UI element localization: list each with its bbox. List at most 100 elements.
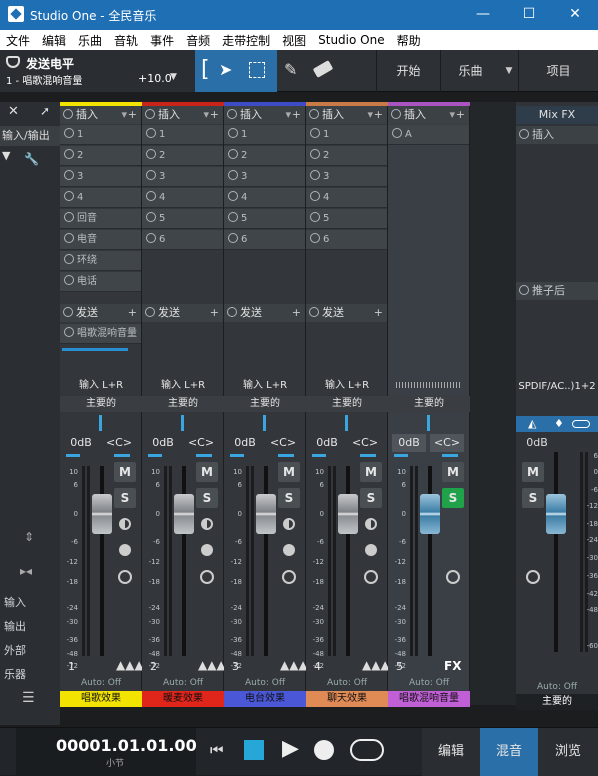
insert-slot[interactable]: 4: [224, 188, 305, 208]
channel-fader[interactable]: [338, 494, 358, 534]
power-icon[interactable]: [228, 128, 238, 138]
range-tool-icon[interactable]: [249, 62, 265, 78]
tab-edit[interactable]: 编辑: [422, 728, 480, 776]
chevron-down-icon[interactable]: ▾: [449, 106, 455, 124]
input-select[interactable]: 输入 L+R: [142, 378, 224, 394]
send-header[interactable]: 发送 +: [60, 304, 141, 322]
play-icon[interactable]: ▶: [282, 736, 299, 761]
add-icon[interactable]: +: [374, 304, 383, 322]
menu-track[interactable]: 音轨: [108, 32, 144, 49]
power-icon[interactable]: [64, 233, 74, 243]
record-arm-icon[interactable]: [119, 544, 131, 556]
power-icon[interactable]: [228, 149, 238, 159]
insert-header[interactable]: 插入 ▾ +: [224, 106, 305, 124]
insert-slot[interactable]: 3: [306, 167, 387, 187]
insert-slot[interactable]: 6: [306, 230, 387, 250]
power-icon[interactable]: [145, 109, 155, 119]
metronome-icon[interactable]: ◭: [528, 417, 536, 430]
insert-slot[interactable]: 3: [142, 167, 223, 187]
insert-slot[interactable]: 回音: [60, 209, 141, 229]
power-icon[interactable]: [310, 212, 320, 222]
main-insert-header[interactable]: 插入: [516, 126, 598, 144]
project-button[interactable]: 项目: [518, 50, 598, 92]
insert-slot[interactable]: 3: [224, 167, 305, 187]
power-icon[interactable]: [228, 170, 238, 180]
insert-header[interactable]: 插入 ▾ +: [388, 106, 469, 124]
side-input[interactable]: 输入: [4, 594, 58, 610]
send-slot[interactable]: 唱歌混响音量: [60, 324, 141, 344]
time-readout[interactable]: 00001.01.01.00: [56, 736, 197, 755]
solo-button[interactable]: S: [442, 488, 464, 508]
power-icon[interactable]: [63, 109, 73, 119]
insert-slot[interactable]: 电话: [60, 272, 141, 292]
power-icon[interactable]: [519, 285, 529, 295]
song-dropdown-chevron-icon[interactable]: ▼: [500, 50, 518, 92]
automation-state[interactable]: Auto: Off: [142, 678, 224, 690]
add-icon[interactable]: +: [128, 106, 137, 124]
insert-header[interactable]: 插入 ▾ +: [60, 106, 141, 124]
main-solo-button[interactable]: S: [522, 488, 544, 508]
clock-icon[interactable]: [364, 570, 378, 584]
power-icon[interactable]: [145, 307, 155, 317]
add-icon[interactable]: +: [456, 106, 465, 124]
add-icon[interactable]: +: [128, 304, 137, 322]
send-level-value[interactable]: +10.0: [138, 72, 172, 85]
power-icon[interactable]: [228, 212, 238, 222]
power-icon[interactable]: [228, 233, 238, 243]
chevron-down-icon[interactable]: ▾: [285, 106, 291, 124]
insert-slot[interactable]: 5: [142, 209, 223, 229]
power-icon[interactable]: [146, 212, 156, 222]
insert-slot[interactable]: 4: [142, 188, 223, 208]
mute-button[interactable]: M: [114, 462, 136, 482]
expand-horizontal-icon[interactable]: ▸◂: [20, 564, 32, 578]
insert-slot[interactable]: A: [388, 125, 469, 145]
automation-state[interactable]: Auto: Off: [388, 678, 470, 690]
main-output-select[interactable]: SPDIF/AC..)1+2: [516, 378, 598, 396]
power-icon[interactable]: [64, 170, 74, 180]
main-volume-readout[interactable]: 0dB: [520, 434, 554, 452]
mute-button[interactable]: M: [196, 462, 218, 482]
power-icon[interactable]: [310, 233, 320, 243]
power-icon[interactable]: [146, 233, 156, 243]
solo-button[interactable]: S: [278, 488, 300, 508]
clock-icon[interactable]: [200, 570, 214, 584]
pan-readout[interactable]: <C>: [348, 434, 382, 452]
output-select[interactable]: 主要的: [388, 396, 470, 412]
collapse-vertical-icon[interactable]: ⇕: [24, 530, 34, 544]
maximize-button[interactable]: ☐: [506, 0, 552, 30]
output-select[interactable]: 主要的: [60, 396, 142, 412]
mute-button[interactable]: M: [360, 462, 382, 482]
add-icon[interactable]: +: [210, 304, 219, 322]
output-select[interactable]: 主要的: [224, 396, 306, 412]
main-fader[interactable]: [546, 494, 566, 534]
power-icon[interactable]: [64, 275, 74, 285]
solo-button[interactable]: S: [196, 488, 218, 508]
insert-slot[interactable]: 2: [306, 146, 387, 166]
side-external[interactable]: 外部: [4, 642, 58, 658]
volume-readout[interactable]: 0dB: [146, 434, 180, 452]
menu-view[interactable]: 视图: [276, 32, 312, 49]
menu-help[interactable]: 帮助: [391, 32, 427, 49]
power-icon[interactable]: [64, 327, 74, 337]
menu-edit[interactable]: 编辑: [36, 32, 72, 49]
io-dropdown[interactable]: 输入/输出 ▼: [0, 126, 60, 162]
pan-readout[interactable]: <C>: [184, 434, 218, 452]
channel-fader[interactable]: [174, 494, 194, 534]
channel-fader[interactable]: [256, 494, 276, 534]
side-output[interactable]: 输出: [4, 618, 58, 634]
record-arm-icon[interactable]: [365, 544, 377, 556]
main-mute-button[interactable]: M: [522, 462, 544, 482]
volume-readout[interactable]: 0dB: [392, 434, 426, 452]
expand-arrow-icon[interactable]: ➚: [40, 104, 50, 118]
main-clock-icon[interactable]: [526, 570, 540, 584]
solo-button[interactable]: S: [114, 488, 136, 508]
clock-icon[interactable]: [282, 570, 296, 584]
clock-icon[interactable]: [118, 570, 132, 584]
menu-event[interactable]: 事件: [144, 32, 180, 49]
channel-name[interactable]: 聊天效果: [306, 691, 388, 707]
input-select[interactable]: [388, 378, 470, 394]
monitor-icon[interactable]: [283, 518, 295, 530]
add-icon[interactable]: +: [374, 106, 383, 124]
menu-studio-one[interactable]: Studio One: [312, 33, 390, 47]
power-icon[interactable]: [392, 128, 402, 138]
